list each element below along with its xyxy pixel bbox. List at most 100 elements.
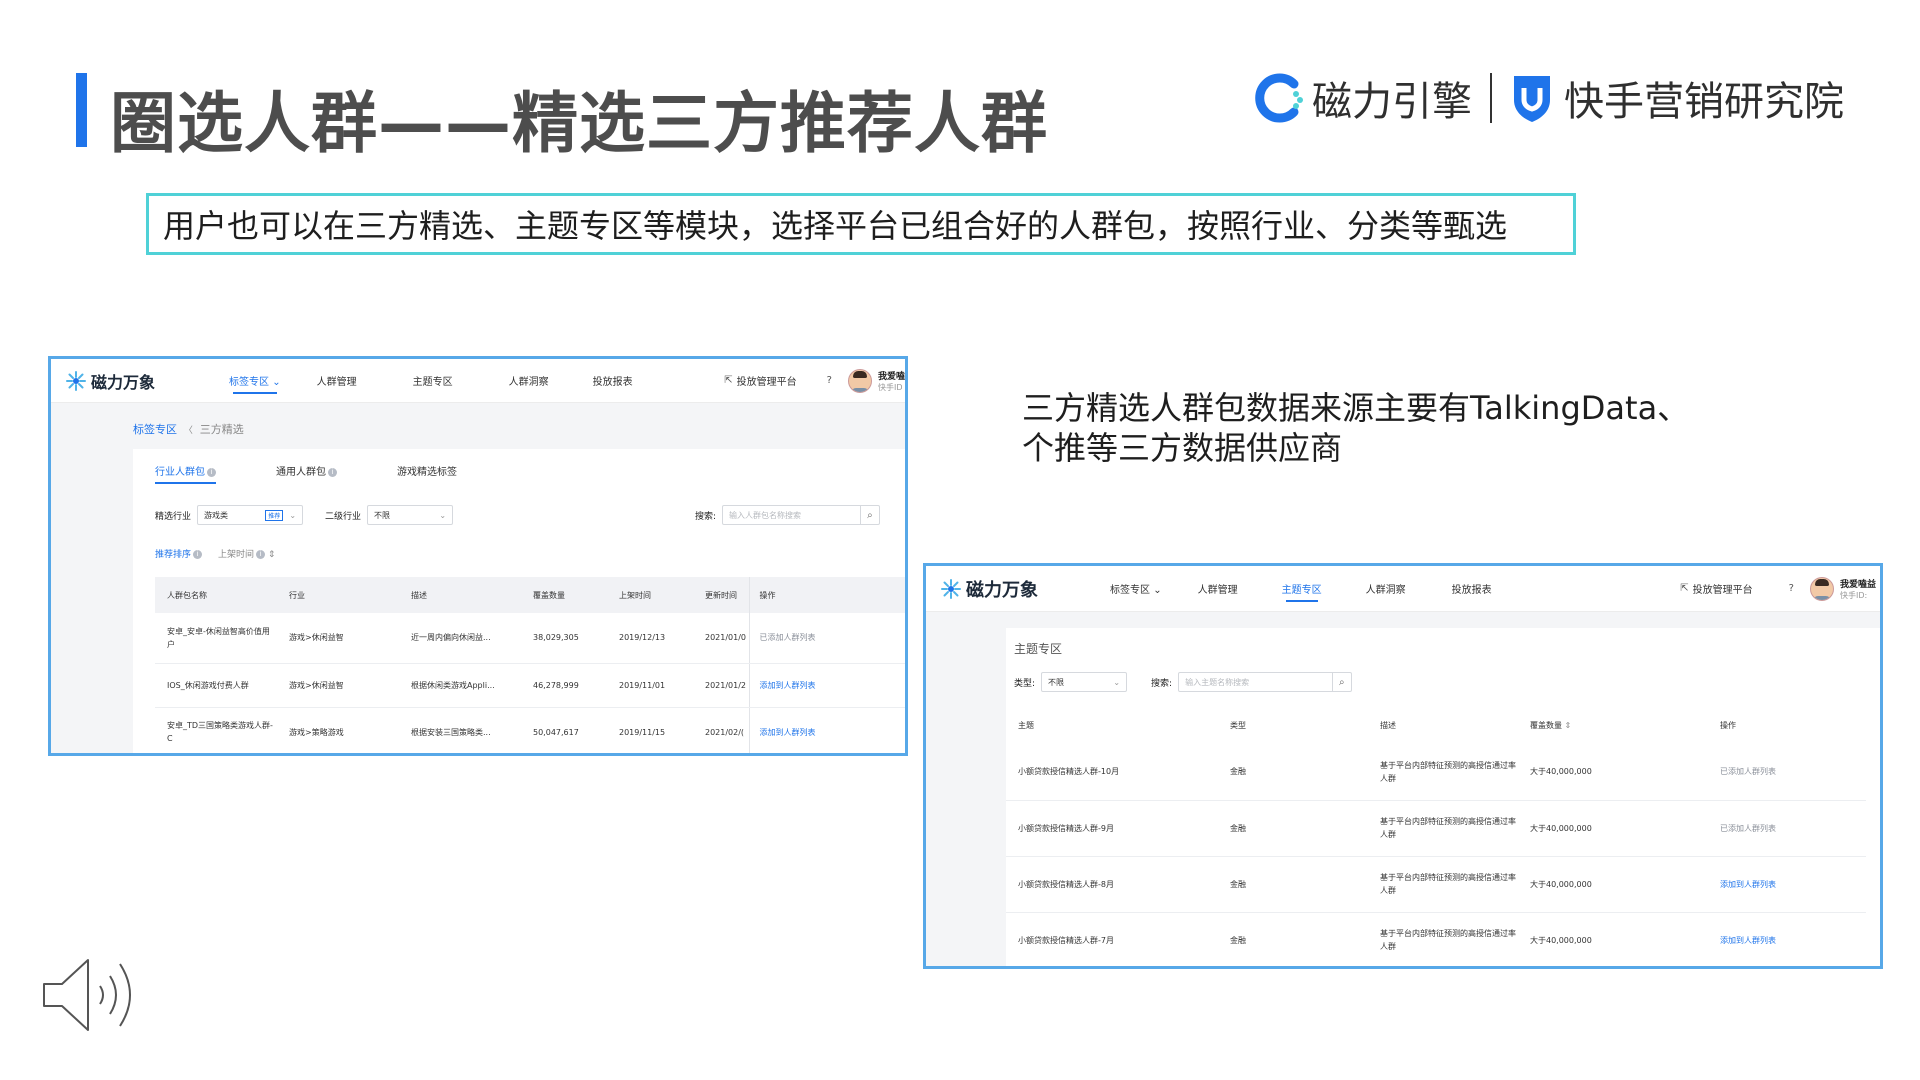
table-header-cell: 行业 <box>277 577 399 613</box>
user-id: 快手ID <box>877 382 903 392</box>
table-header-row: 主题 类型 描述 覆盖数量 ⇕ 操作 <box>1006 706 1866 744</box>
side-note: 三方精选人群包数据来源主要有TalkingData、 个推等三方数据供应商 <box>1022 388 1689 468</box>
speaker-icon[interactable] <box>42 950 152 1040</box>
nav-crowd-management[interactable]: 人群管理 <box>1198 581 1238 596</box>
help-icon[interactable]: ? <box>827 375 832 386</box>
app-brand[interactable]: 磁力万象 <box>940 576 1110 602</box>
table-row: 小额贷款授信精选人群-8月 金融 基于平台内部特征预测的高授信通过率人群 大于4… <box>1006 856 1866 913</box>
breadcrumb-current: 三方精选 <box>199 423 244 436</box>
add-to-crowd-list-link[interactable]: 添加到人群列表 <box>1708 856 1866 913</box>
subtitle-box: 用户也可以在三方精选、主题专区等模块，选择平台已组合好的人群包，按照行业、分类等… <box>146 193 1576 255</box>
nav-crowd-management[interactable]: 人群管理 <box>317 373 357 388</box>
page-title: 主题专区 <box>1014 642 1063 656</box>
avatar[interactable] <box>847 368 872 393</box>
ad-platform-link[interactable]: 投放管理平台 <box>737 373 797 388</box>
tab-general-crowd[interactable]: 通用人群包 i <box>276 463 337 484</box>
cell-count: 50,047,617 <box>521 707 607 753</box>
table-header-cell: 描述 <box>399 577 521 613</box>
cell-name: 安卓_安卓-休闲益智高价值用户 <box>155 613 277 664</box>
tab-label: 行业人群包 <box>155 467 205 478</box>
filter-sub-label: 二级行业 <box>325 511 362 522</box>
avatar[interactable] <box>1809 576 1834 601</box>
user-id: 快手ID: <box>1839 590 1868 600</box>
nav-tag-zone[interactable]: 标签专区 ⌄ <box>1110 581 1162 596</box>
title-accent-bar <box>76 73 87 147</box>
nav-crowd-insight[interactable]: 人群洞察 <box>509 373 549 388</box>
nav-right: ⇱ 投放管理平台 ? 我爱嗑 快手ID <box>724 368 905 393</box>
search-icon[interactable]: ⌕ <box>1331 673 1352 691</box>
tab-game-tags[interactable]: 游戏精选标签 <box>397 463 457 484</box>
nav-crowd-insight[interactable]: 人群洞察 <box>1366 581 1406 596</box>
chevron-down-icon: ⌄ <box>289 510 297 520</box>
cell-desc: 近一周内偏向休闲益... <box>399 613 521 664</box>
nav-tag-zone[interactable]: 标签专区 ⌄ <box>229 373 281 394</box>
subtitle-text: 用户也可以在三方精选、主题专区等模块，选择平台已组合好的人群包，按照行业、分类等… <box>163 207 1508 245</box>
cell-theme: 小额贷款授信精选人群-9月 <box>1006 800 1218 857</box>
add-to-crowd-list-link[interactable]: 添加到人群列表 <box>1708 912 1866 966</box>
nav-ad-report[interactable]: 投放报表 <box>1452 581 1492 596</box>
type-select[interactable]: 不限 ⌄ <box>1041 672 1128 692</box>
cell-industry: 游戏>策略游戏 <box>277 707 399 753</box>
ad-platform-link[interactable]: 投放管理平台 <box>1693 581 1753 596</box>
breadcrumb-root[interactable]: 标签专区 <box>133 423 177 436</box>
nav-theme-zone[interactable]: 主题专区 <box>1282 581 1322 602</box>
slide-title: 圈选人群——精选三方推荐人群 <box>110 85 1048 162</box>
table-row: 安卓_TD三国策略类游戏人群-C 游戏>策略游戏 根据安装三国策略类... 50… <box>155 707 905 753</box>
app-brand-name: 磁力万象 <box>966 579 1038 601</box>
add-to-crowd-list-link[interactable]: 添加到人群列表 <box>748 707 905 753</box>
search-box: ⌕ <box>722 505 881 525</box>
filter-industry-label: 精选行业 <box>155 511 192 522</box>
sub-industry-select[interactable]: 不限 ⌄ <box>367 505 454 525</box>
cell-count: 大于40,000,000 <box>1518 856 1708 913</box>
cell-updated: 2021/02/( <box>693 707 749 753</box>
tab-industry-crowd[interactable]: 行业人群包 i <box>155 463 216 484</box>
user-name: 我爱嗑 <box>877 371 905 382</box>
side-note-line-2: 个推等三方数据供应商 <box>1022 429 1343 467</box>
search-group: 搜索: ⌕ <box>695 505 881 525</box>
nav-ad-report[interactable]: 投放报表 <box>593 373 633 388</box>
sort-arrows-icon[interactable]: ⇕ <box>1565 721 1572 730</box>
search-input[interactable] <box>723 510 860 520</box>
filter-row: 精选行业 游戏类 推荐 ⌄ 二级行业 不限 ⌄ <box>155 505 454 525</box>
cell-count: 38,029,305 <box>521 613 607 664</box>
search-icon[interactable]: ⌕ <box>859 506 879 524</box>
cell-theme: 小额贷款授信精选人群-7月 <box>1006 912 1218 966</box>
industry-select[interactable]: 游戏类 推荐 ⌄ <box>197 505 304 525</box>
cell-count: 46,278,999 <box>521 663 607 708</box>
theme-table: 主题 类型 描述 覆盖数量 ⇕ 操作 小额贷款授信精选人群-10月 金融 基于平… <box>1006 706 1866 966</box>
cell-desc: 基于平台内部特征预测的高授信通过率人群 <box>1368 912 1518 966</box>
table-row: 小额贷款授信精选人群-10月 金融 基于平台内部特征预测的高授信通过率人群 大于… <box>1006 744 1866 801</box>
cili-wanxiang-logo-icon <box>66 370 86 391</box>
search-input[interactable] <box>1179 677 1332 687</box>
recommend-tag: 推荐 <box>265 509 284 521</box>
nav-theme-zone[interactable]: 主题专区 <box>413 373 453 388</box>
cell-desc: 根据休闲类游戏Appli... <box>399 663 521 708</box>
nav-right: ⇱ 投放管理平台 ? 我爱嗑益 快手ID: <box>1680 576 1880 601</box>
sub-industry-select-value: 不限 <box>374 510 391 520</box>
cell-count: 大于40,000,000 <box>1518 744 1708 801</box>
sort-recommend[interactable]: 推荐排序 i <box>155 547 203 560</box>
help-icon[interactable]: ? <box>1789 583 1794 594</box>
table-row: IOS_休闲游戏付费人群 游戏>休闲益智 根据休闲类游戏Appli... 46,… <box>155 663 905 708</box>
search-box: ⌕ <box>1178 672 1353 692</box>
sort-listed-time[interactable]: 上架时间 i ⇕ <box>218 547 275 560</box>
chevron-down-icon: ⌄ <box>1153 585 1162 596</box>
cell-listed: 2019/11/15 <box>607 707 693 753</box>
cili-engine-logo-text: 磁力引擎 <box>1312 79 1472 125</box>
app-brand-name: 磁力万象 <box>91 372 156 392</box>
sort-arrows-icon: ⇕ <box>267 550 276 560</box>
added-status: 已添加人群列表 <box>748 613 905 664</box>
cell-theme: 小额贷款授信精选人群-8月 <box>1006 856 1218 913</box>
cell-desc: 基于平台内部特征预测的高授信通过率人群 <box>1368 800 1518 857</box>
cili-engine-logo-icon <box>1255 73 1303 123</box>
table-header-cell: 覆盖数量 <box>521 577 607 613</box>
table-header-cell: 人群包名称 <box>155 577 277 613</box>
app-brand[interactable]: 磁力万象 <box>65 369 215 393</box>
table-header-cell: 操作 <box>1708 706 1866 744</box>
sort-row: 推荐排序 i 上架时间 i ⇕ <box>155 547 275 560</box>
crowd-package-table: 人群包名称 行业 描述 覆盖数量 上架时间 更新时间 操作 安卓_安卓-休闲益智… <box>155 577 905 753</box>
add-to-crowd-list-link[interactable]: 添加到人群列表 <box>748 663 905 708</box>
type-select-value: 不限 <box>1048 677 1065 687</box>
cell-listed: 2019/11/01 <box>607 663 693 708</box>
chevron-down-icon: ⌄ <box>272 377 281 388</box>
